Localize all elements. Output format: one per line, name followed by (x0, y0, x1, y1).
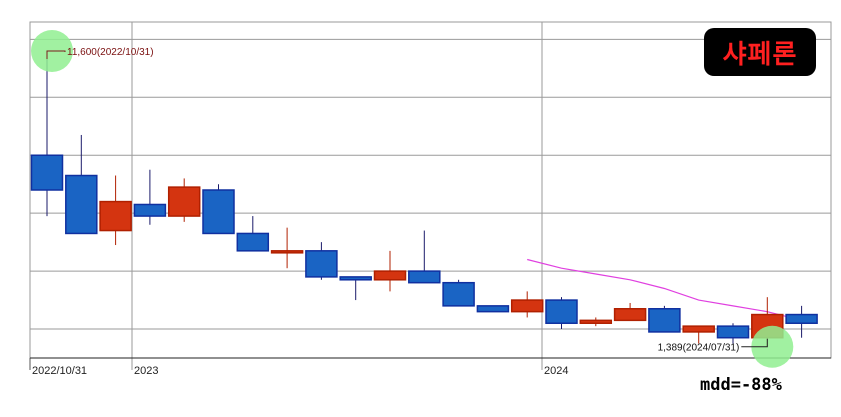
candle-body (716, 325, 750, 339)
chart-title: 샤페론 (722, 39, 798, 70)
candle (682, 325, 715, 344)
x-tick-label: 2023 (134, 365, 158, 377)
candle-body (65, 174, 98, 235)
x-tick-label: 2022/10/31 (32, 365, 87, 377)
candle-body (167, 186, 201, 217)
candle (65, 134, 98, 235)
candle (408, 230, 441, 284)
x-tick-label: 2024 (544, 365, 568, 377)
candle-body (682, 325, 715, 333)
annotation-low-label: 1,389(2024/07/31) (658, 343, 740, 354)
candle-body (442, 281, 475, 307)
candle-body (30, 154, 64, 191)
candle (305, 242, 338, 280)
candle (236, 216, 270, 252)
candle (202, 184, 235, 235)
candle (476, 305, 510, 313)
candle (648, 305, 681, 333)
candle (545, 297, 578, 330)
annotation-high-label: 11,600(2022/10/31) (67, 47, 154, 58)
mdd-label: mdd=-88% (700, 375, 782, 395)
candle (442, 279, 475, 307)
candle-body (785, 313, 818, 324)
candle-body (270, 250, 304, 254)
candle (579, 317, 613, 327)
candle (373, 250, 407, 292)
candle-body (202, 189, 235, 235)
candle-body (408, 270, 441, 284)
candle-body (579, 319, 613, 324)
candle-body (99, 200, 132, 232)
candle-body (305, 250, 338, 278)
title-badge: 샤페론 (704, 28, 816, 76)
candle (716, 323, 750, 344)
candle-body (236, 232, 270, 252)
candle-body (510, 299, 544, 313)
x-label-layer: 2022/10/31 2023 2024 (32, 365, 568, 377)
candle-body (476, 305, 510, 313)
candle (270, 227, 304, 269)
candle (613, 302, 647, 322)
candle (133, 169, 167, 225)
candle (167, 178, 201, 222)
candle-body (648, 308, 681, 333)
candle-body (373, 270, 407, 281)
candle-layer (30, 50, 818, 347)
candle (99, 175, 132, 246)
candle-body (613, 308, 647, 322)
candle-body (545, 299, 578, 324)
candle (510, 291, 544, 318)
candle-body (339, 276, 372, 281)
candle (785, 305, 818, 338)
chart-stage: 11,600(2022/10/31) 1,389(2024/07/31) 2022… (0, 0, 841, 417)
candle (30, 50, 64, 217)
candle-body (133, 203, 167, 217)
candle (339, 276, 372, 301)
